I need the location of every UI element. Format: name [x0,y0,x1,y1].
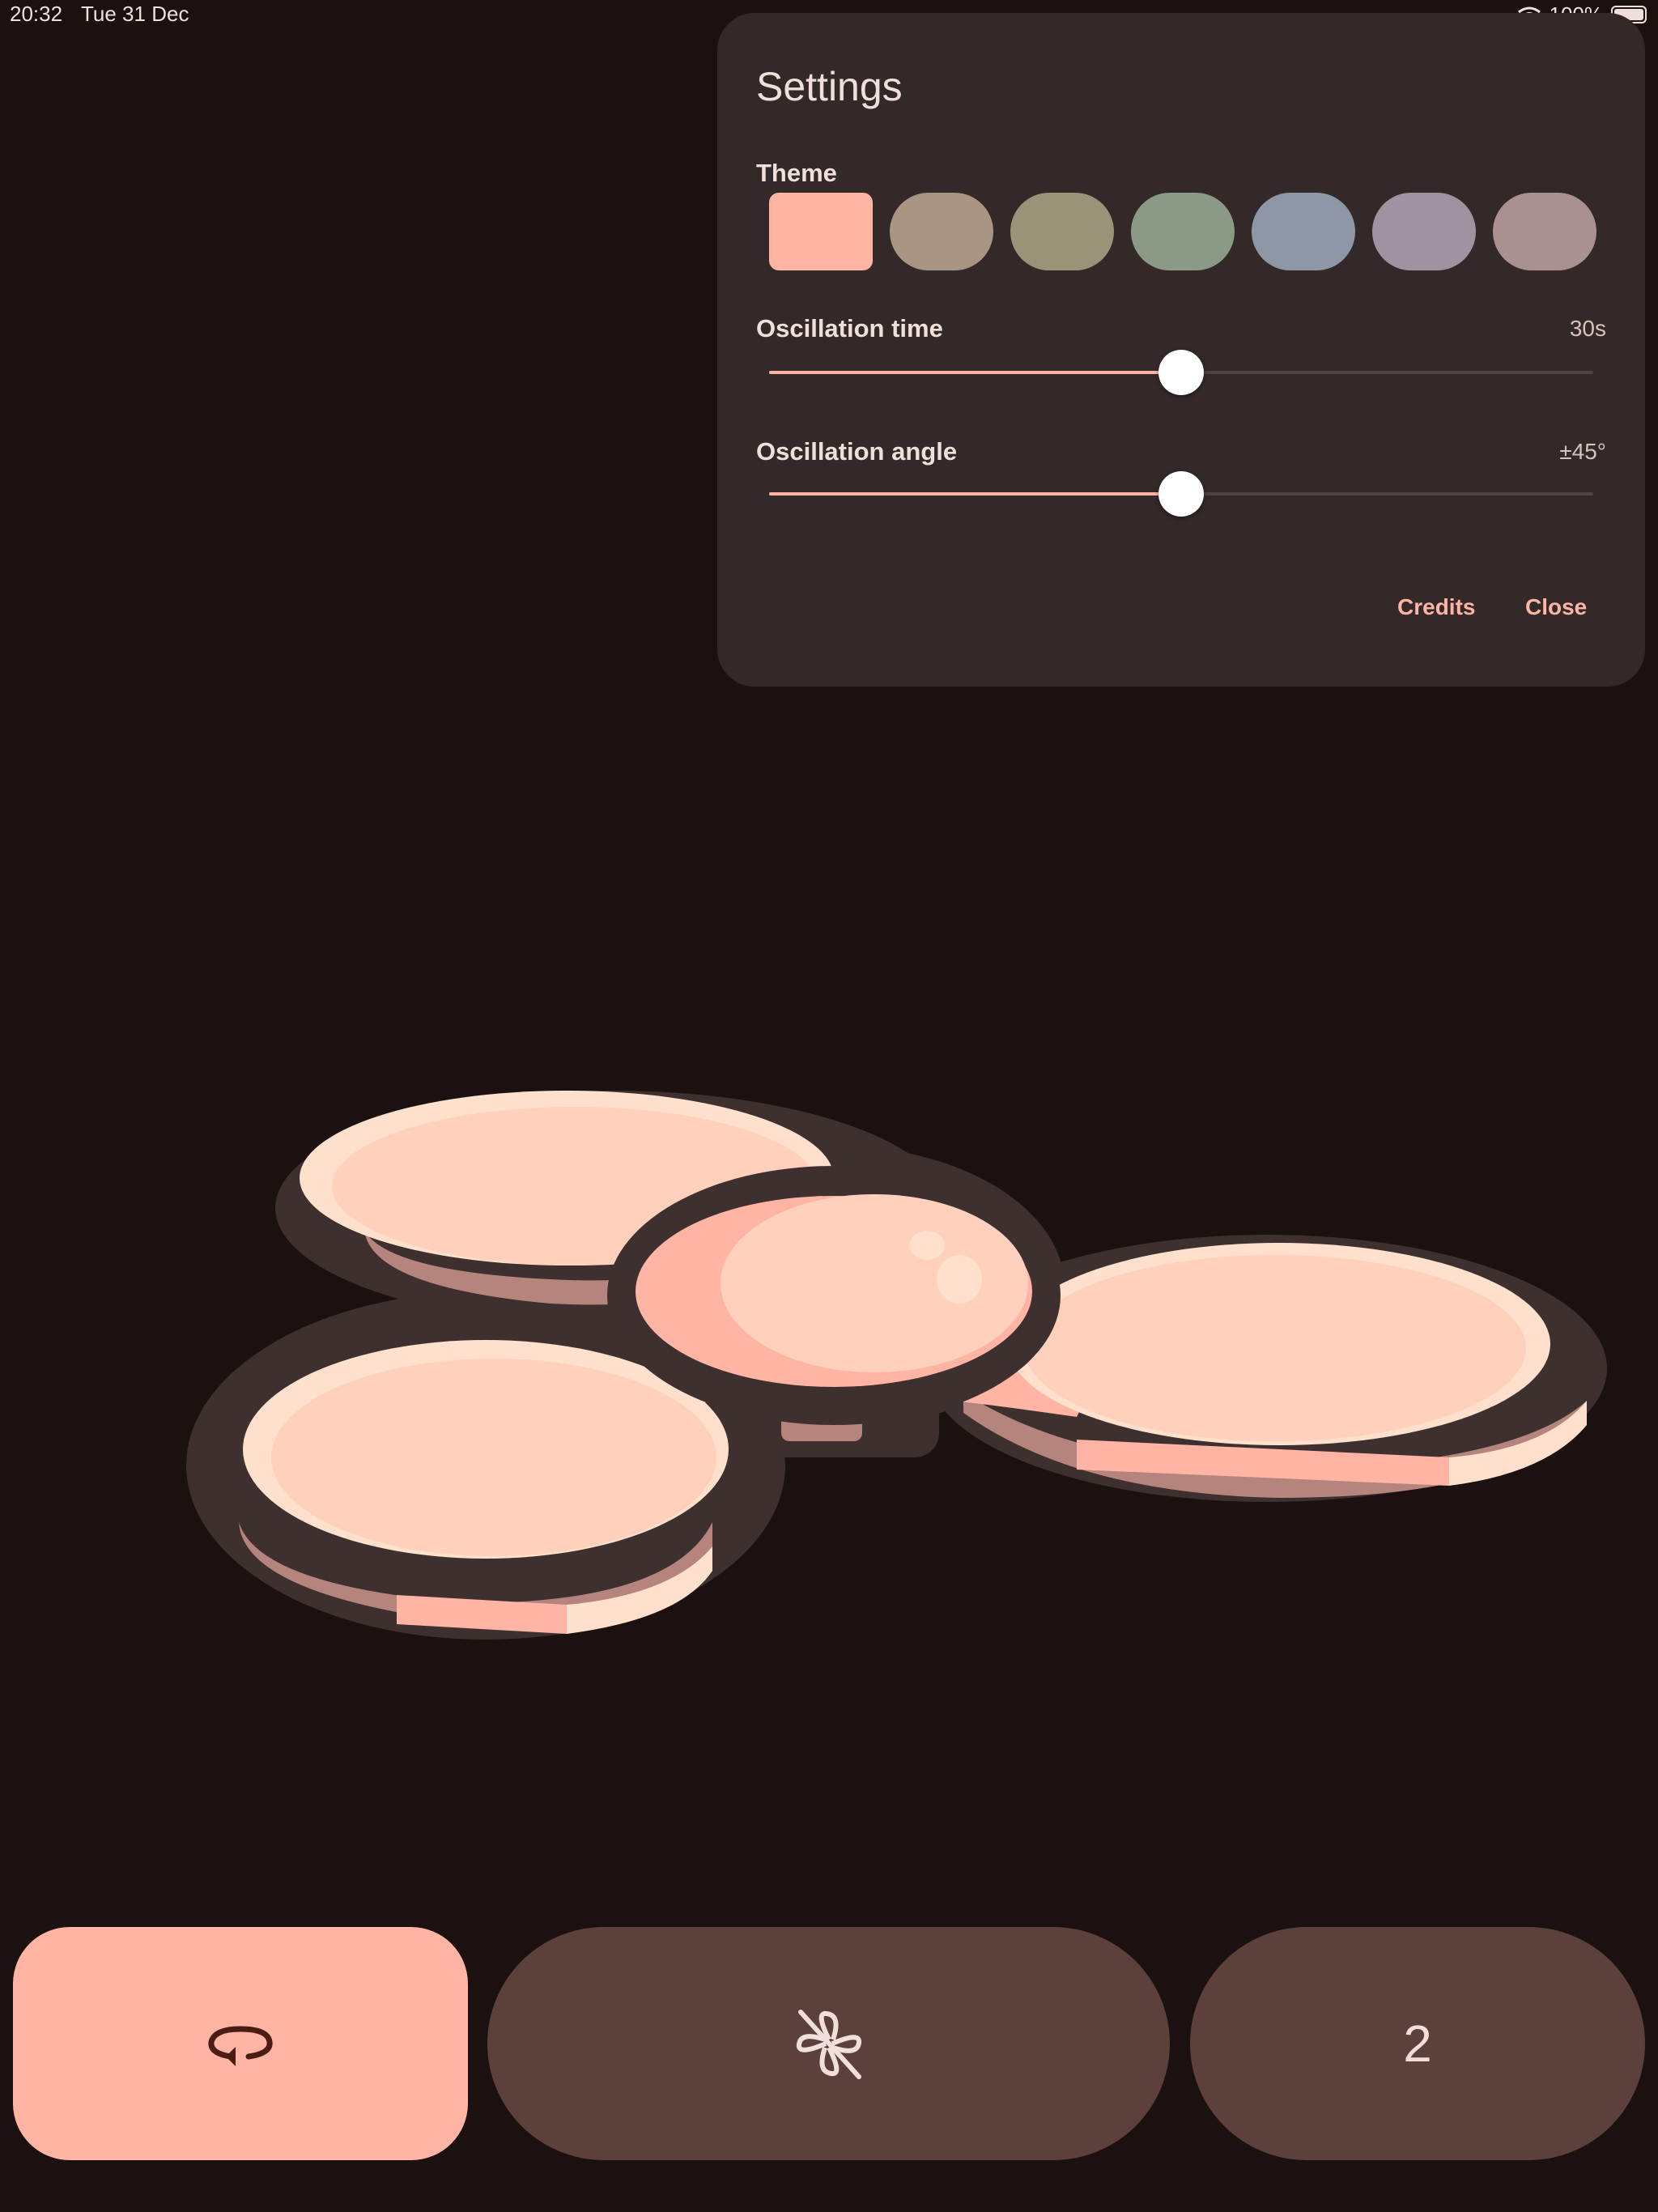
oscillation-angle-value: ±45° [1559,439,1606,464]
theme-swatches [769,193,1596,270]
oscillation-time-slider[interactable] [769,348,1593,397]
dialog-title: Settings [756,64,903,109]
close-button[interactable]: Close [1525,594,1587,620]
rotate-icon [208,2026,273,2066]
theme-label: Theme [756,159,837,187]
slider-thumb[interactable] [1158,350,1204,395]
status-date: Tue 31 Dec [81,2,189,26]
oscillation-angle-label: Oscillation angle [756,437,958,466]
slider-fill [769,492,1181,496]
propeller-illustration [186,1091,1607,1640]
status-time: 20:32 [10,2,63,26]
fan-toggle-button[interactable] [487,1927,1170,2160]
credits-button[interactable]: Credits [1397,594,1475,620]
slider-fill [769,371,1181,374]
oscillation-time-value: 30s [1569,316,1606,341]
theme-swatch-6[interactable] [1372,193,1476,270]
speed-level-button[interactable]: 2 [1190,1927,1645,2160]
oscillate-button[interactable] [13,1927,468,2160]
oscillation-angle-slider[interactable] [769,470,1593,518]
oscillation-time-label: Oscillation time [756,314,943,342]
fan-off-icon [796,2010,861,2079]
slider-thumb[interactable] [1158,471,1204,517]
speed-level-label: 2 [1403,2014,1432,2073]
theme-swatch-1[interactable] [769,193,873,270]
theme-swatch-3[interactable] [1010,193,1114,270]
theme-swatch-7[interactable] [1493,193,1596,270]
settings-dialog: Settings Theme Oscillation time 30s Osci… [717,13,1645,687]
theme-swatch-2[interactable] [890,193,993,270]
theme-swatch-4[interactable] [1131,193,1235,270]
theme-swatch-5[interactable] [1252,193,1355,270]
app-screen: 20:32 Tue 31 Dec 100% [0,0,1658,2212]
